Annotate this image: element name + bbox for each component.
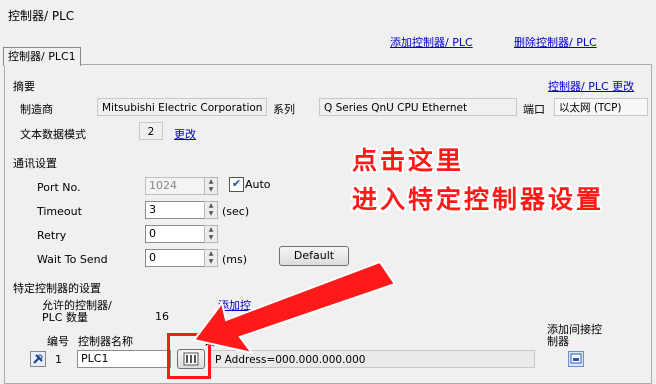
text-mode-value: 2 — [139, 122, 163, 140]
timeout-label: Timeout — [37, 205, 82, 218]
port-no-spinner[interactable]: ▲ ▼ — [204, 177, 218, 195]
port-no-label: Port No. — [37, 181, 81, 194]
summary-heading: 摘要 — [13, 80, 35, 93]
tools-icon — [33, 354, 43, 364]
tab-plc1[interactable]: 控制器/ PLC1 — [3, 47, 81, 66]
window-title: 控制器/ PLC — [8, 9, 75, 23]
add-controller-link[interactable]: 添加控制器/ PLC — [390, 34, 473, 50]
auto-checkbox[interactable]: ✔ — [229, 177, 244, 192]
add-indirect-icon — [570, 353, 582, 364]
controller-change-link[interactable]: 控制器/ PLC 更改 — [548, 78, 634, 94]
row-controller-name[interactable]: PLC1 — [77, 350, 171, 368]
wait-label: Wait To Send — [37, 253, 108, 266]
specific-heading: 特定控制器的设置 — [13, 282, 101, 295]
annotation-line-1: 点击这里 — [352, 146, 465, 175]
series-value: Q Series QnU CPU Ethernet — [319, 98, 517, 116]
series-label: 系列 — [273, 103, 295, 116]
retry-spinner[interactable]: ▲ ▼ — [204, 225, 218, 243]
port-no-input[interactable]: 1024 — [145, 177, 205, 195]
retry-label: Retry — [37, 229, 67, 242]
text-mode-change-link[interactable]: 更改 — [174, 126, 196, 142]
row-tool-icon[interactable] — [30, 351, 46, 367]
add-indirect-button[interactable] — [568, 351, 584, 367]
col-name-header: 控制器名称 — [78, 335, 133, 348]
comm-heading: 通讯设置 — [13, 157, 57, 170]
allowed-count-value: 16 — [155, 310, 169, 323]
row-number: 1 — [55, 353, 62, 366]
text-mode-label: 文本数据模式 — [20, 128, 86, 141]
row-settings-value: P Address=000.000.000.000 — [210, 350, 535, 368]
col-number-header: 编号 — [47, 335, 69, 348]
allowed-count-label-2: PLC 数量 — [42, 311, 88, 324]
port-label: 端口 — [523, 103, 545, 116]
auto-label: Auto — [245, 178, 271, 191]
default-button[interactable]: Default — [279, 246, 349, 266]
highlight-box — [167, 333, 211, 379]
col-add-indirect-header-2: 制器 — [547, 335, 569, 348]
timeout-spinner[interactable]: ▲ ▼ — [204, 201, 218, 219]
delete-controller-link[interactable]: 删除控制器/ PLC — [514, 34, 597, 50]
timeout-input[interactable]: 3 — [145, 201, 205, 219]
port-value: 以太网 (TCP) — [554, 98, 648, 116]
annotation-line-2: 进入特定控制器设置 — [352, 185, 605, 214]
wait-unit: (ms) — [222, 253, 248, 266]
manufacturer-value: Mitsubishi Electric Corporation — [97, 98, 267, 116]
manufacturer-label: 制造商 — [20, 103, 53, 116]
wait-spinner[interactable]: ▲ ▼ — [204, 249, 218, 267]
wait-input[interactable]: 0 — [145, 249, 205, 267]
timeout-unit: (sec) — [222, 205, 250, 218]
retry-input[interactable]: 0 — [145, 225, 205, 243]
add-specific-link[interactable]: 添加控 — [218, 297, 251, 313]
